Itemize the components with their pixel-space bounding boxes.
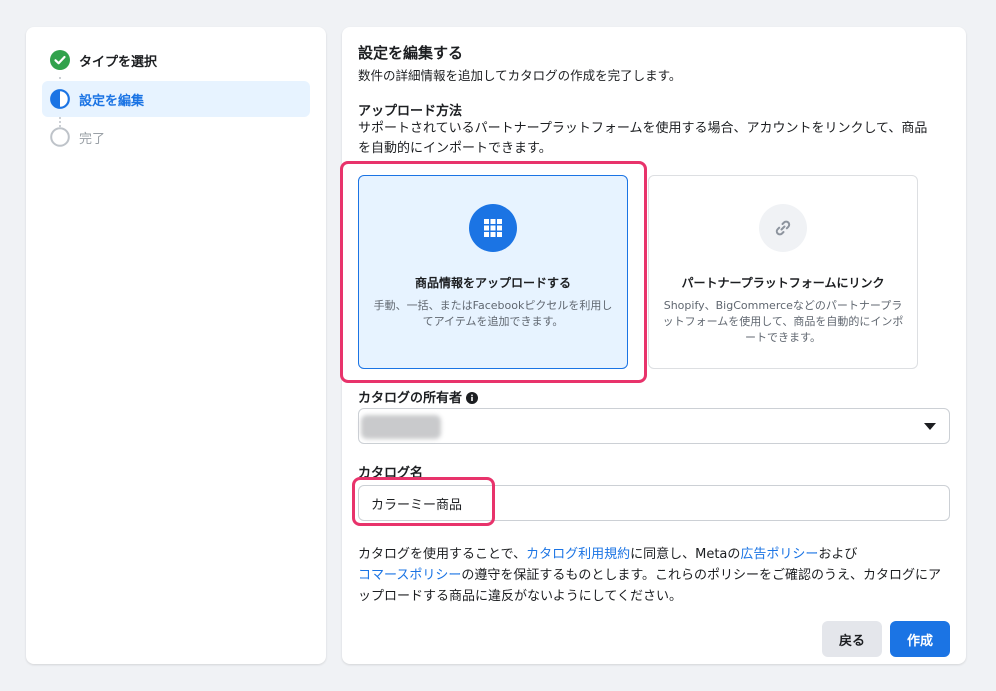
catalog-name-label: カタログ名 xyxy=(358,466,424,481)
caret-down-icon xyxy=(924,423,936,430)
upload-method-label: アップロード方法 xyxy=(358,104,463,119)
upload-product-info-option[interactable]: 商品情報をアップロードする 手動、一括、またはFacebookピクセルを利用して… xyxy=(358,175,628,369)
page-subtitle: 数件の詳細情報を追加してカタログの作成を完了します。 xyxy=(358,68,682,83)
back-button[interactable]: 戻る xyxy=(822,621,882,657)
page-title: 設定を編集する xyxy=(358,44,464,62)
step-select-type[interactable]: タイプを選択 xyxy=(42,42,310,78)
catalog-owner-select[interactable] xyxy=(358,408,950,444)
option-title: 商品情報をアップロードする xyxy=(414,276,571,290)
settings-panel: 設定を編集する 数件の詳細情報を追加してカタログの作成を完了します。 アップロー… xyxy=(340,27,966,664)
option-description: 手動、一括、またはFacebookピクセルを利用してアイテムを追加できます。 xyxy=(373,299,613,328)
empty-circle-icon xyxy=(50,127,70,147)
create-button[interactable]: 作成 xyxy=(890,621,950,657)
option-description: Shopify、BigCommerceなどのパートナープラットフォームを使用して… xyxy=(662,299,904,344)
half-circle-icon xyxy=(50,89,70,109)
step-label: 設定を編集 xyxy=(79,93,145,109)
stepper-panel: タイプを選択 設定を編集 完了 xyxy=(26,27,326,664)
grid-icon xyxy=(469,204,517,252)
redacted-owner xyxy=(361,415,441,439)
info-icon[interactable] xyxy=(466,392,479,404)
step-label: 完了 xyxy=(79,131,106,147)
owner-label: カタログの所有者 xyxy=(358,387,479,406)
step-label: タイプを選択 xyxy=(79,54,158,70)
ad-policy-link[interactable]: 広告ポリシー xyxy=(740,547,818,562)
step-complete: 完了 xyxy=(42,119,310,155)
catalog-name-input[interactable] xyxy=(358,485,950,521)
step-edit-settings[interactable]: 設定を編集 xyxy=(42,81,310,117)
option-title: パートナープラットフォームにリンク xyxy=(681,276,885,290)
upload-method-description: サポートされているパートナープラットフォームを使用する場合、アカウントをリンクし… xyxy=(358,121,928,156)
legal-notice: カタログを使用することで、カタログ利用規約に同意し、Metaの広告ポリシーおよび… xyxy=(358,547,942,604)
commerce-policy-link[interactable]: コマースポリシー xyxy=(358,568,461,583)
catalog-terms-link[interactable]: カタログ利用規約 xyxy=(526,547,630,562)
check-circle-icon xyxy=(50,50,70,70)
link-partner-platform-option[interactable]: パートナープラットフォームにリンク Shopify、BigCommerceなどの… xyxy=(648,175,918,369)
link-icon xyxy=(759,204,807,252)
